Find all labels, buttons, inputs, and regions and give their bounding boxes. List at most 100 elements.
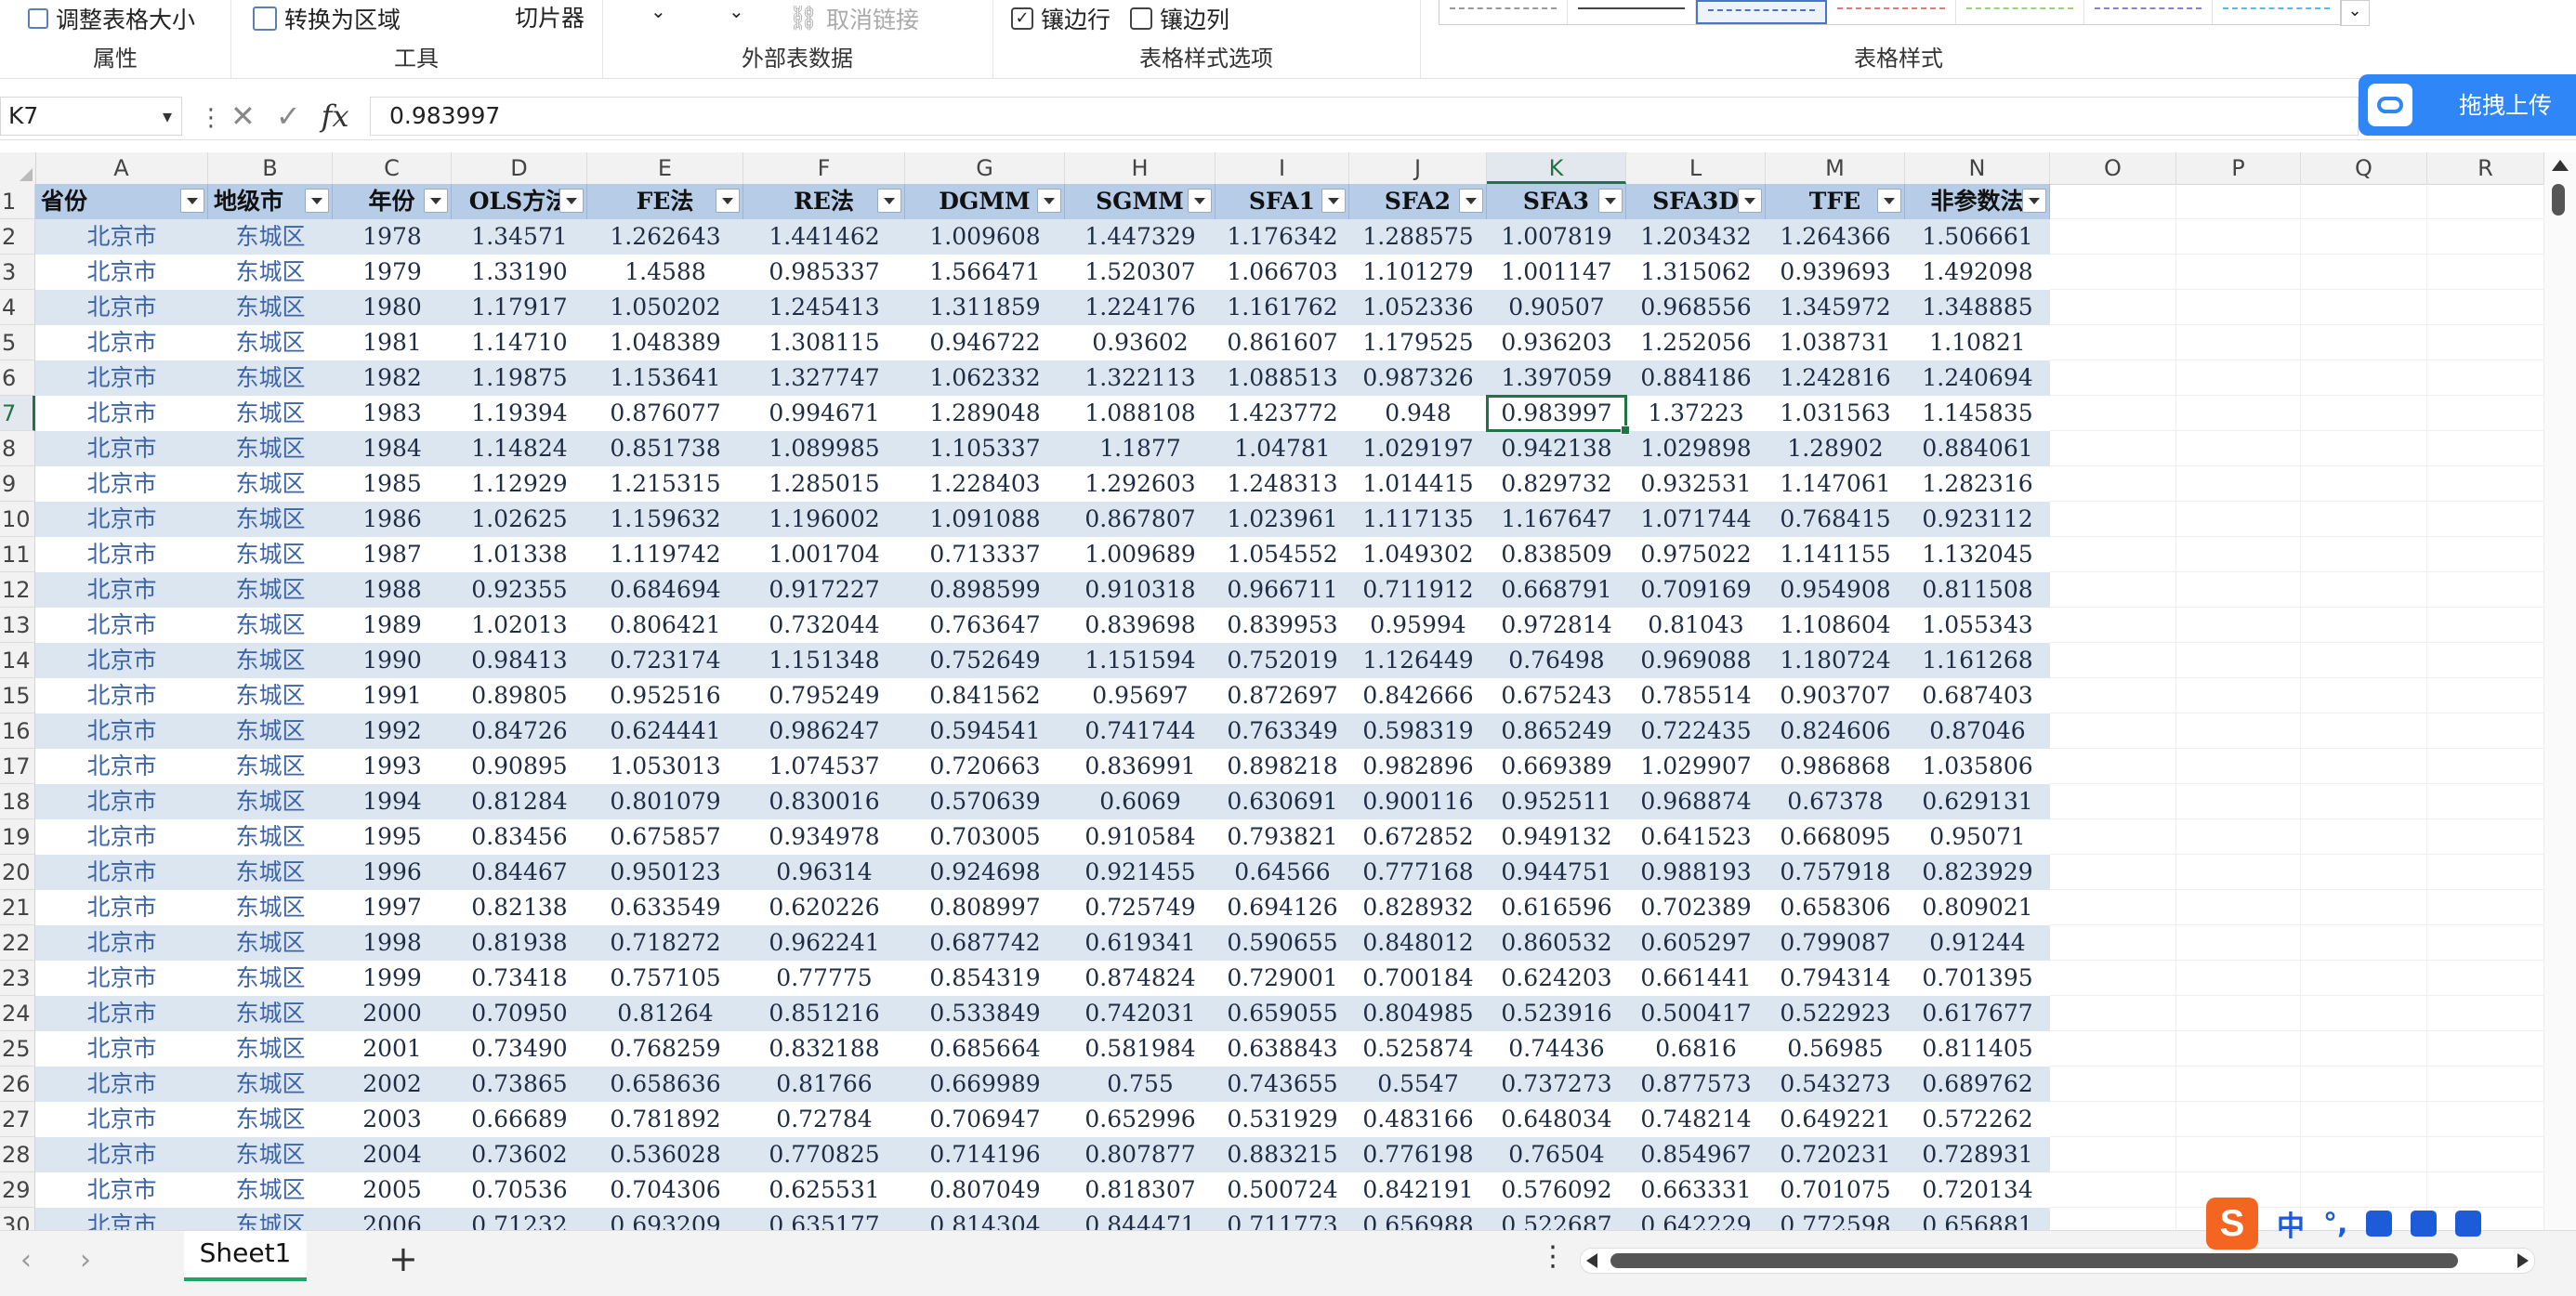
table-cell[interactable]: 0.630691 [1216, 784, 1349, 819]
empty-cell[interactable] [2427, 678, 2544, 713]
table-header-cell[interactable]: OLS方法 [452, 184, 587, 219]
ime-language-toggle[interactable]: 中 [2277, 1203, 2305, 1244]
table-cell[interactable]: 1.009608 [905, 219, 1065, 255]
table-cell[interactable]: 北京市 [35, 1067, 208, 1102]
table-cell[interactable]: 1.01338 [452, 537, 587, 572]
table-cell[interactable]: 0.635177 [743, 1208, 905, 1230]
table-cell[interactable]: 0.531929 [1216, 1102, 1349, 1137]
table-header-cell[interactable]: 地级市 [208, 184, 333, 219]
table-cell[interactable]: 0.81766 [743, 1067, 905, 1102]
table-cell[interactable]: 1.12929 [452, 466, 587, 502]
empty-cell[interactable] [2050, 466, 2176, 502]
table-cell[interactable]: 1.264366 [1766, 219, 1905, 255]
microphone-icon[interactable] [2366, 1211, 2393, 1237]
empty-cell[interactable] [2050, 360, 2176, 396]
row-header[interactable]: 16 [0, 713, 35, 749]
table-cell[interactable]: 1.014415 [1349, 466, 1487, 502]
empty-cell[interactable] [2176, 961, 2301, 996]
filter-dropdown-icon[interactable] [305, 189, 329, 213]
empty-cell[interactable] [2176, 749, 2301, 784]
table-cell[interactable]: 1.566471 [905, 255, 1065, 290]
empty-cell[interactable] [2176, 360, 2301, 396]
table-cell[interactable]: 1.04781 [1216, 431, 1349, 466]
row-header[interactable]: 17 [0, 749, 35, 784]
table-cell[interactable]: 0.617677 [1905, 996, 2050, 1031]
table-cell[interactable]: 0.693209 [587, 1208, 743, 1230]
table-cell[interactable]: 1.224176 [1065, 290, 1216, 325]
table-cell[interactable]: 0.807049 [905, 1172, 1065, 1208]
table-cell[interactable]: 0.770825 [743, 1137, 905, 1172]
table-cell[interactable]: 0.950123 [587, 855, 743, 890]
table-cell[interactable]: 北京市 [35, 608, 208, 643]
scroll-up-icon[interactable] [2552, 160, 2569, 171]
table-cell[interactable]: 0.867807 [1065, 502, 1216, 537]
table-cell[interactable]: 1.19394 [452, 396, 587, 431]
empty-cell[interactable] [2301, 1067, 2427, 1102]
table-cell[interactable]: 1.001704 [743, 537, 905, 572]
keyboard-icon[interactable] [2411, 1211, 2438, 1237]
column-header-A[interactable]: A [35, 152, 208, 184]
table-cell[interactable]: 0.522687 [1487, 1208, 1626, 1230]
table-cell[interactable]: 北京市 [35, 1031, 208, 1067]
table-cell[interactable]: 0.661441 [1626, 961, 1766, 996]
table-cell[interactable]: 0.969088 [1626, 643, 1766, 678]
empty-cell[interactable] [2050, 678, 2176, 713]
table-cell[interactable]: 北京市 [35, 961, 208, 996]
table-cell[interactable]: 2003 [333, 1102, 452, 1137]
table-cell[interactable]: 1994 [333, 784, 452, 819]
table-cell[interactable]: 0.648034 [1487, 1102, 1626, 1137]
empty-cell[interactable] [2427, 925, 2544, 961]
table-cell[interactable]: 北京市 [35, 855, 208, 890]
table-header-cell[interactable]: SFA1 [1216, 184, 1349, 219]
empty-cell[interactable] [2427, 325, 2544, 360]
formula-input[interactable]: 0.983997 [370, 97, 2359, 136]
empty-cell[interactable] [2427, 360, 2544, 396]
row-header[interactable]: 9 [0, 466, 35, 502]
name-box-dropdown-icon[interactable]: ▾ [163, 98, 172, 135]
table-cell[interactable]: 0.656988 [1349, 1208, 1487, 1230]
table-cell[interactable]: 0.898599 [905, 572, 1065, 608]
empty-cell[interactable] [2176, 466, 2301, 502]
table-cell[interactable]: 0.590655 [1216, 925, 1349, 961]
table-cell[interactable]: 0.944751 [1487, 855, 1626, 890]
row-header[interactable]: 6 [0, 360, 35, 396]
column-header-F[interactable]: F [743, 152, 905, 184]
table-cell[interactable]: 1.088513 [1216, 360, 1349, 396]
table-cell[interactable]: 0.570639 [905, 784, 1065, 819]
empty-cell[interactable] [2427, 643, 2544, 678]
table-cell[interactable]: 0.832188 [743, 1031, 905, 1067]
empty-cell[interactable] [2427, 608, 2544, 643]
add-sheet-icon[interactable]: + [388, 1238, 418, 1279]
table-cell[interactable]: 0.668095 [1766, 819, 1905, 855]
table-cell[interactable]: 1.242816 [1766, 360, 1905, 396]
empty-cell[interactable] [2301, 643, 2427, 678]
table-cell[interactable]: 0.954908 [1766, 572, 1905, 608]
table-cell[interactable]: 北京市 [35, 290, 208, 325]
table-cell[interactable]: 0.876077 [587, 396, 743, 431]
table-header-cell[interactable]: 非参数法 [1905, 184, 2050, 219]
style-swatch[interactable] [1956, 0, 2084, 24]
column-header-B[interactable]: B [208, 152, 333, 184]
table-cell[interactable]: 0.713337 [905, 537, 1065, 572]
empty-cell[interactable] [2176, 396, 2301, 431]
table-cell[interactable]: 0.6069 [1065, 784, 1216, 819]
column-header-Q[interactable]: Q [2301, 152, 2427, 184]
table-cell[interactable]: 1.447329 [1065, 219, 1216, 255]
table-cell[interactable]: 0.828932 [1349, 890, 1487, 925]
table-cell[interactable]: 0.581984 [1065, 1031, 1216, 1067]
table-cell[interactable]: 1.007819 [1487, 219, 1626, 255]
table-cell[interactable]: 1.315062 [1626, 255, 1766, 290]
table-cell[interactable]: 0.714196 [905, 1137, 1065, 1172]
row-header[interactable]: 13 [0, 608, 35, 643]
table-cell[interactable]: 东城区 [208, 290, 333, 325]
table-cell[interactable]: 0.818307 [1065, 1172, 1216, 1208]
table-cell[interactable]: 东城区 [208, 855, 333, 890]
table-cell[interactable]: 0.811508 [1905, 572, 2050, 608]
table-cell[interactable]: 0.689762 [1905, 1067, 2050, 1102]
table-header-cell[interactable]: DGMM [905, 184, 1065, 219]
table-cell[interactable]: 2001 [333, 1031, 452, 1067]
empty-cell[interactable] [2427, 537, 2544, 572]
export-dropdown-chevron-icon[interactable]: ⌄ [651, 0, 666, 22]
table-cell[interactable]: 1999 [333, 961, 452, 996]
table-cell[interactable]: 0.56985 [1766, 1031, 1905, 1067]
